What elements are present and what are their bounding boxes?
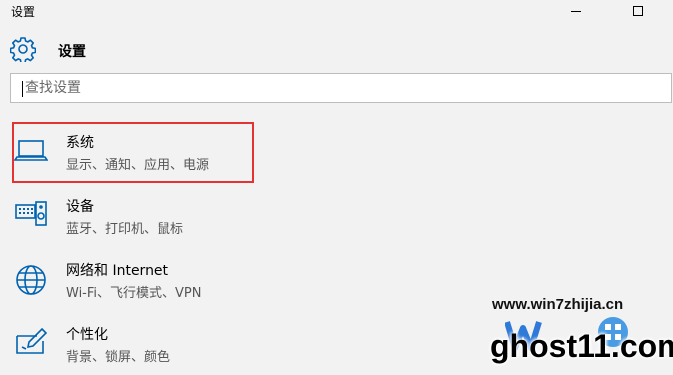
category-system[interactable]: 系统 显示、通知、应用、电源 bbox=[14, 128, 334, 178]
category-subtitle: 背景、锁屏、颜色 bbox=[66, 350, 171, 365]
personalization-icon bbox=[16, 327, 48, 354]
title-bar: 设置 bbox=[0, 0, 673, 22]
category-subtitle: Wi-Fi、飞行模式、VPN bbox=[66, 286, 202, 301]
devices-icon bbox=[15, 201, 47, 226]
gear-icon bbox=[10, 37, 36, 62]
category-subtitle: 显示、通知、应用、电源 bbox=[66, 158, 210, 173]
page-title: 设置 bbox=[58, 44, 86, 60]
window-title: 设置 bbox=[11, 5, 36, 19]
category-title: 系统 bbox=[66, 135, 94, 151]
category-title: 个性化 bbox=[66, 327, 108, 343]
category-title: 网络和 Internet bbox=[66, 263, 169, 279]
category-devices[interactable]: 设备 蓝牙、打印机、鼠标 bbox=[14, 192, 334, 242]
category-personalization[interactable]: 个性化 背景、锁屏、颜色 bbox=[14, 320, 334, 370]
globe-icon bbox=[16, 265, 46, 295]
category-title: 设备 bbox=[66, 199, 94, 215]
search-box[interactable] bbox=[10, 73, 672, 103]
watermark-site: www.win7zhijia.cn bbox=[492, 296, 624, 313]
category-network[interactable]: 网络和 Internet Wi-Fi、飞行模式、VPN bbox=[14, 256, 334, 306]
laptop-icon bbox=[14, 140, 48, 161]
text-caret bbox=[22, 81, 23, 97]
minimize-button[interactable] bbox=[568, 4, 584, 18]
search-input[interactable] bbox=[11, 74, 671, 102]
category-subtitle: 蓝牙、打印机、鼠标 bbox=[66, 222, 184, 237]
maximize-button[interactable] bbox=[630, 3, 646, 19]
watermark-ghost: ghost11.com bbox=[490, 328, 673, 364]
